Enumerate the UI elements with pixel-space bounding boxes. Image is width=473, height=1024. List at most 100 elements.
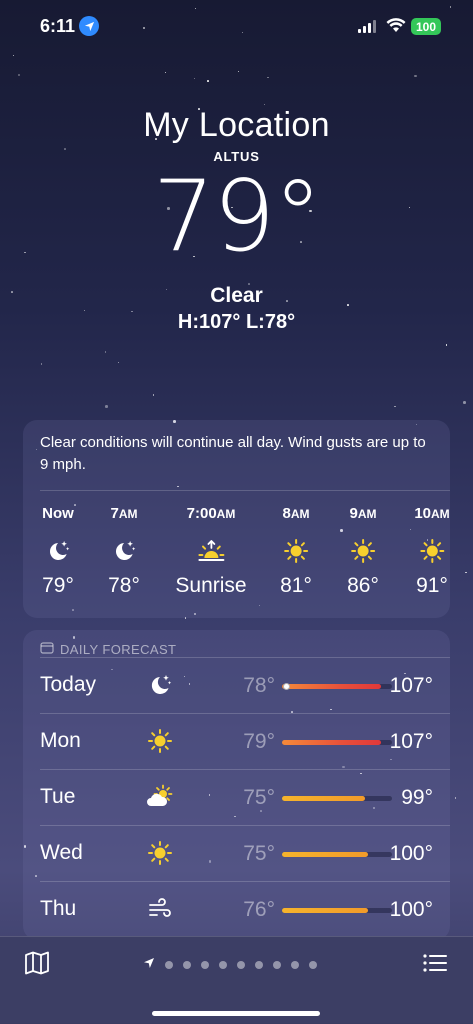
star [104, 351, 107, 353]
forecast-summary: Clear conditions will continue all day. … [40, 434, 426, 473]
wind-icon [145, 894, 175, 924]
hour-label: 9AM [349, 505, 377, 522]
star [394, 405, 396, 408]
hour-temperature: 79° [42, 574, 74, 597]
high-temperature: 100° [389, 842, 433, 865]
temperature-range-bar [282, 740, 392, 745]
hourly-item: 7:00AM Sunrise [175, 505, 246, 598]
star [454, 797, 457, 799]
hourly-item: 9AM 86° [347, 505, 379, 598]
temperature-range-bar [282, 683, 392, 690]
page-dot[interactable] [291, 961, 299, 969]
star [193, 77, 196, 79]
hour-label: 7:00AM [186, 505, 236, 522]
star [207, 80, 209, 82]
current-weather-header: My Location ALTUS 79° Clear H:107° L:78° [0, 106, 473, 334]
battery-indicator: 100 [411, 18, 441, 35]
low-temperature: 76° [243, 898, 275, 921]
hourly-forecast-card[interactable]: Clear conditions will continue all day. … [23, 420, 450, 618]
hourly-item: 8AM 81° [280, 505, 312, 598]
page-dot[interactable] [183, 961, 191, 969]
star [40, 363, 43, 365]
daily-forecast-card[interactable]: DAILY FORECAST Today 78° 107° Mon 79° 107° Tue… [23, 630, 450, 940]
page-dot[interactable] [309, 961, 317, 969]
hour-temperature: 91° [416, 574, 448, 597]
star [194, 7, 197, 10]
temperature-range-bar [282, 908, 392, 913]
hour-temperature: 81° [280, 574, 312, 597]
hour-label: 10AM [414, 505, 450, 522]
star [17, 73, 21, 77]
temperature-range-fill [282, 908, 368, 913]
sun-icon [414, 534, 449, 568]
page-dot[interactable] [273, 961, 281, 969]
calendar-icon [40, 641, 54, 657]
temperature-range-fill [282, 740, 381, 745]
high-temperature: 107° [389, 674, 433, 697]
day-name: Mon [40, 729, 81, 752]
moon-stars-icon [108, 534, 140, 568]
daily-row[interactable]: Tue 75° 99° [40, 769, 450, 825]
current-temperature: 79° [152, 160, 323, 274]
star [449, 6, 452, 8]
star [465, 571, 467, 574]
temperature-range-fill [282, 852, 368, 857]
city-list-icon[interactable] [423, 953, 447, 978]
low-temperature: 79° [243, 730, 275, 753]
page-dot[interactable] [237, 961, 245, 969]
high-temperature: 99° [401, 786, 433, 809]
current-condition: Clear [210, 284, 263, 307]
page-dot[interactable] [165, 961, 173, 969]
day-name: Thu [40, 897, 77, 920]
sun-icon [347, 534, 379, 568]
partly-cloudy-icon [145, 782, 175, 812]
daily-forecast-header: DAILY FORECAST [23, 630, 450, 657]
daily-forecast-list: Today 78° 107° Mon 79° 107° Tue 75° 99° Wed 75° 100… [23, 657, 450, 937]
status-bar: 6:11 100 [0, 14, 473, 40]
daily-row[interactable]: Today 78° 107° [40, 657, 450, 713]
low-temperature: 78° [243, 674, 275, 697]
page-dot[interactable] [201, 961, 209, 969]
daily-row[interactable]: Thu 76° 100° [40, 881, 450, 937]
sunrise-icon [175, 534, 246, 568]
cellular-signal-icon [358, 20, 376, 33]
moon-stars-icon [42, 534, 74, 568]
star [152, 394, 155, 396]
current-location-page-icon[interactable] [143, 956, 155, 974]
hourly-scroll[interactable]: Now 79° 7AM 78° 7:00AM Sunrise 8AM 81° 9AM 86° 10A… [23, 491, 450, 611]
day-name: Tue [40, 785, 76, 808]
hour-temperature: Sunrise [175, 574, 247, 597]
hour-label: 7AM [110, 505, 138, 522]
day-name: Today [40, 673, 97, 696]
location-services-icon [79, 16, 99, 36]
moon-stars-icon [145, 670, 175, 700]
wifi-icon [386, 18, 406, 38]
hour-temperature: 86° [347, 574, 379, 597]
page-dot[interactable] [255, 961, 263, 969]
star [445, 344, 448, 346]
star [12, 54, 15, 57]
hour-label: Now [42, 505, 74, 522]
star [237, 70, 240, 73]
sun-icon [280, 534, 312, 568]
location-title: My Location [143, 106, 330, 144]
hour-temperature: 78° [108, 574, 140, 597]
star [267, 76, 269, 79]
hourly-item: 7AM 78° [108, 505, 140, 598]
high-temperature: 107° [389, 730, 433, 753]
home-indicator[interactable] [152, 1011, 320, 1016]
temperature-range-bar [282, 852, 392, 857]
star [414, 74, 417, 78]
daily-row[interactable]: Mon 79° 107° [40, 713, 450, 769]
high-low-temperature: H:107° L:78° [177, 311, 296, 333]
hourly-item: 10AM 91° [414, 505, 449, 598]
high-temperature: 100° [389, 898, 433, 921]
page-indicator[interactable] [143, 956, 317, 974]
daily-row[interactable]: Wed 75° 100° [40, 825, 450, 881]
page-dot[interactable] [219, 961, 227, 969]
map-icon[interactable] [24, 951, 50, 980]
temperature-range-fill [282, 684, 381, 689]
star [164, 71, 167, 74]
bottom-toolbar [0, 936, 473, 1024]
temperature-range-fill [282, 796, 365, 801]
